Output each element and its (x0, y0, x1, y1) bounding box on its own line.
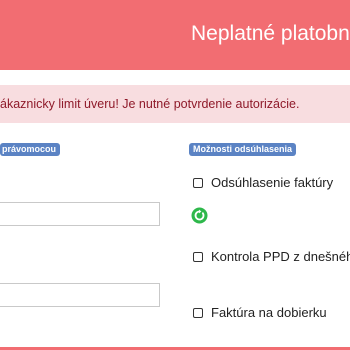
approval-options-badge: Možnosti odsúhlasenia (189, 143, 297, 156)
refresh-check-icon[interactable] (191, 207, 208, 224)
invoice-approval-label: Odsúhlasenie faktúry (211, 175, 334, 190)
invoice-approval-option[interactable]: Odsúhlasenie faktúry (193, 175, 333, 190)
page-title: Neplatné platobn (191, 22, 350, 45)
ppd-check-checkbox[interactable] (193, 251, 203, 262)
ppd-check-label: Kontrola PPD z dnešného (211, 249, 350, 264)
authority-input-1[interactable] (0, 202, 160, 226)
page-header: Neplatné platobn (0, 0, 350, 70)
alert-message: ákaznicky limit úveru! Je nutné potvrden… (0, 97, 300, 111)
authority-input-2[interactable] (0, 283, 160, 307)
authority-section-badge: právomocou (0, 143, 61, 156)
invoice-approval-checkbox[interactable] (193, 177, 203, 188)
cod-invoice-label: Faktúra na dobierku (211, 305, 327, 320)
cod-invoice-option[interactable]: Faktúra na dobierku (193, 305, 327, 320)
cod-invoice-checkbox[interactable] (193, 307, 203, 318)
ppd-check-option[interactable]: Kontrola PPD z dnešného (193, 249, 350, 264)
